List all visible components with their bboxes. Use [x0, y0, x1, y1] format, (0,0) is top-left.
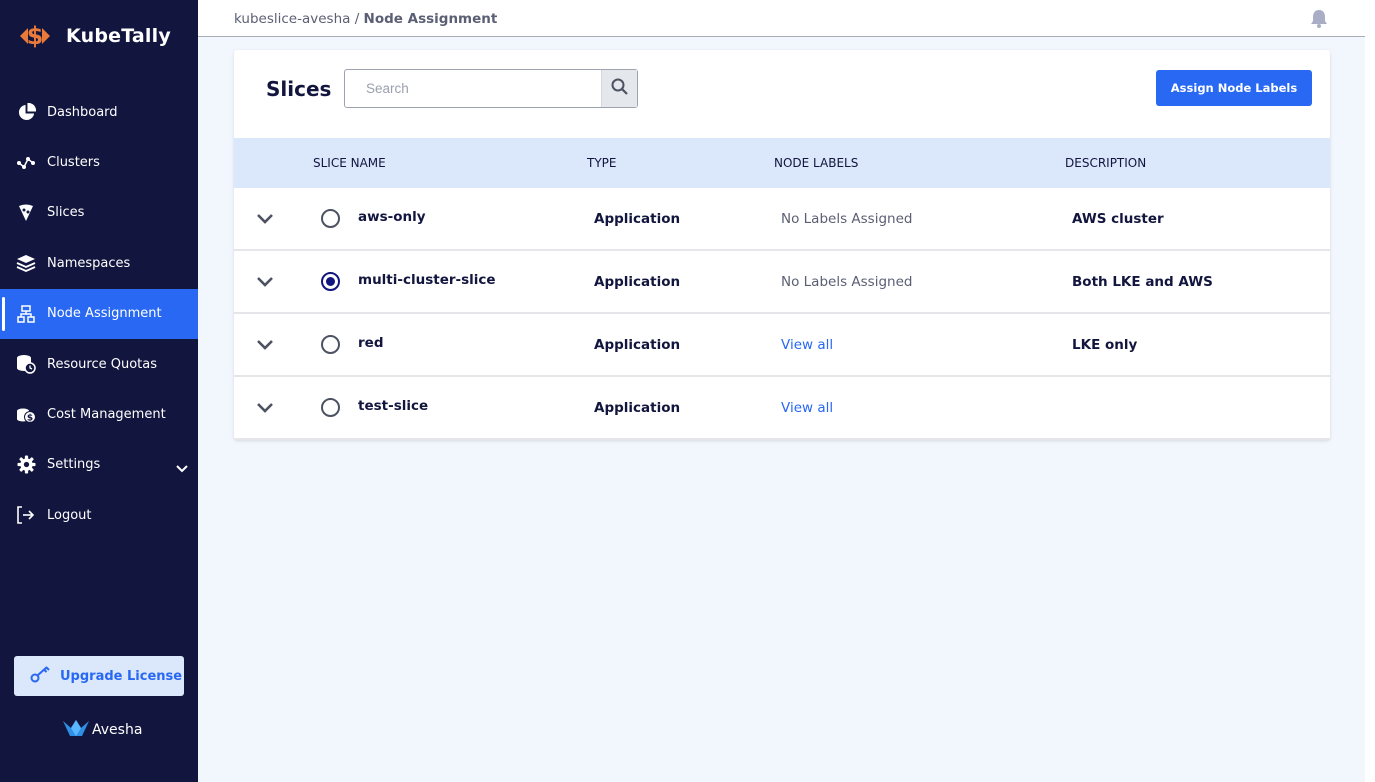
sidebar-item-logout[interactable]: Logout [0, 490, 198, 540]
page-edge [1365, 0, 1375, 782]
sidebar-item-label: Settings [47, 457, 101, 473]
table-row[interactable]: test-slice Application View all [234, 377, 1330, 440]
slice-type: Application [594, 400, 681, 416]
avesha-crown-icon [62, 718, 90, 742]
node-labels: No Labels Assigned [781, 274, 913, 290]
sidebar-item-dashboard[interactable]: Dashboard [0, 87, 198, 137]
slice-name: aws-only [358, 209, 426, 225]
sidebar-item-cost-management[interactable]: $ Cost Management [0, 389, 198, 439]
pie-chart-icon [16, 102, 36, 122]
slice-description: AWS cluster [1072, 211, 1164, 227]
sidebar-item-settings[interactable]: Settings [0, 440, 198, 490]
sidebar-item-namespaces[interactable]: Namespaces [0, 238, 198, 288]
slice-name: red [358, 335, 384, 351]
layers-icon [16, 253, 36, 273]
slice-type: Application [594, 211, 681, 227]
gear-icon [16, 455, 36, 475]
column-header-type[interactable]: TYPE [587, 156, 616, 170]
sidebar-item-label: Resource Quotas [47, 356, 158, 372]
table-row[interactable]: multi-cluster-slice Application No Label… [234, 251, 1330, 314]
table-header: SLICE NAME TYPE NODE LABELS DESCRIPTION [234, 138, 1330, 188]
search-input[interactable] [345, 70, 601, 107]
slice-description: Both LKE and AWS [1072, 274, 1213, 290]
sidebar: $ KubeTally Dashboard Clusters Slices Na… [0, 0, 198, 782]
key-icon [30, 665, 52, 687]
chevron-down-icon[interactable] [176, 458, 188, 477]
breadcrumb-current: Node Assignment [363, 11, 498, 27]
row-select-radio[interactable] [321, 335, 340, 354]
column-header-slice-name[interactable]: SLICE NAME [313, 156, 386, 170]
row-select-radio[interactable] [321, 398, 340, 417]
kubetally-logo-icon: $ [16, 20, 54, 52]
avesha-brand: Avesha [62, 718, 142, 742]
sidebar-nav: Dashboard Clusters Slices Namespaces Nod… [0, 87, 198, 541]
sidebar-item-label: Namespaces [47, 255, 131, 271]
database-clock-icon [16, 354, 36, 374]
chevron-down-icon[interactable] [256, 336, 274, 355]
slice-description: LKE only [1072, 337, 1138, 353]
svg-text:$: $ [27, 413, 33, 423]
network-nodes-icon [16, 153, 36, 173]
sidebar-item-label: Logout [47, 507, 92, 523]
sidebar-item-resource-quotas[interactable]: Resource Quotas [0, 339, 198, 389]
view-all-labels-link[interactable]: View all [781, 337, 833, 353]
view-all-labels-link[interactable]: View all [781, 400, 833, 416]
row-select-radio[interactable] [321, 272, 340, 291]
sidebar-item-label: Node Assignment [47, 306, 162, 322]
app-name: KubeTally [66, 25, 171, 47]
sitemap-icon [16, 304, 36, 324]
upgrade-license-label: Upgrade License [60, 668, 183, 684]
chevron-down-icon[interactable] [256, 273, 274, 292]
sidebar-item-node-assignment[interactable]: Node Assignment [0, 288, 198, 339]
assign-node-labels-button[interactable]: Assign Node Labels [1156, 70, 1312, 106]
breadcrumb-separator: / [350, 11, 364, 27]
avesha-label: Avesha [92, 722, 143, 738]
search-icon [611, 78, 628, 99]
slice-type: Application [594, 274, 681, 290]
upgrade-license-button[interactable]: Upgrade License [14, 656, 184, 696]
svg-text:$: $ [27, 22, 44, 50]
top-bar: kubeslice-avesha / Node Assignment [198, 0, 1365, 37]
page-title: Slices [266, 77, 332, 101]
coins-icon: $ [16, 405, 36, 425]
slice-name: test-slice [358, 398, 429, 414]
notification-bell-icon[interactable] [1310, 9, 1328, 32]
chevron-down-icon[interactable] [256, 210, 274, 229]
pizza-slice-icon [16, 203, 36, 223]
slice-type: Application [594, 337, 681, 353]
sidebar-item-slices[interactable]: Slices [0, 188, 198, 238]
sidebar-item-label: Cost Management [47, 407, 166, 423]
column-header-description[interactable]: DESCRIPTION [1065, 156, 1146, 170]
app-logo[interactable]: $ KubeTally [16, 20, 171, 52]
row-select-radio[interactable] [321, 209, 340, 228]
search-box [344, 69, 638, 108]
chevron-down-icon[interactable] [256, 399, 274, 418]
table-row[interactable]: aws-only Application No Labels Assigned … [234, 188, 1330, 251]
sidebar-item-label: Slices [47, 205, 85, 221]
search-button[interactable] [601, 70, 637, 107]
column-header-node-labels[interactable]: NODE LABELS [774, 156, 858, 170]
slices-card: Slices Assign Node Labels SLICE NAME TYP… [234, 50, 1330, 440]
sidebar-item-clusters[interactable]: Clusters [0, 137, 198, 187]
table-row[interactable]: red Application View all LKE only [234, 314, 1330, 377]
breadcrumb-root[interactable]: kubeslice-avesha [234, 11, 350, 27]
breadcrumb: kubeslice-avesha / Node Assignment [234, 11, 497, 27]
slice-name: multi-cluster-slice [358, 272, 496, 288]
sidebar-item-label: Dashboard [47, 104, 118, 120]
node-labels: No Labels Assigned [781, 211, 913, 227]
logout-icon [16, 505, 36, 525]
sidebar-item-label: Clusters [47, 155, 100, 171]
